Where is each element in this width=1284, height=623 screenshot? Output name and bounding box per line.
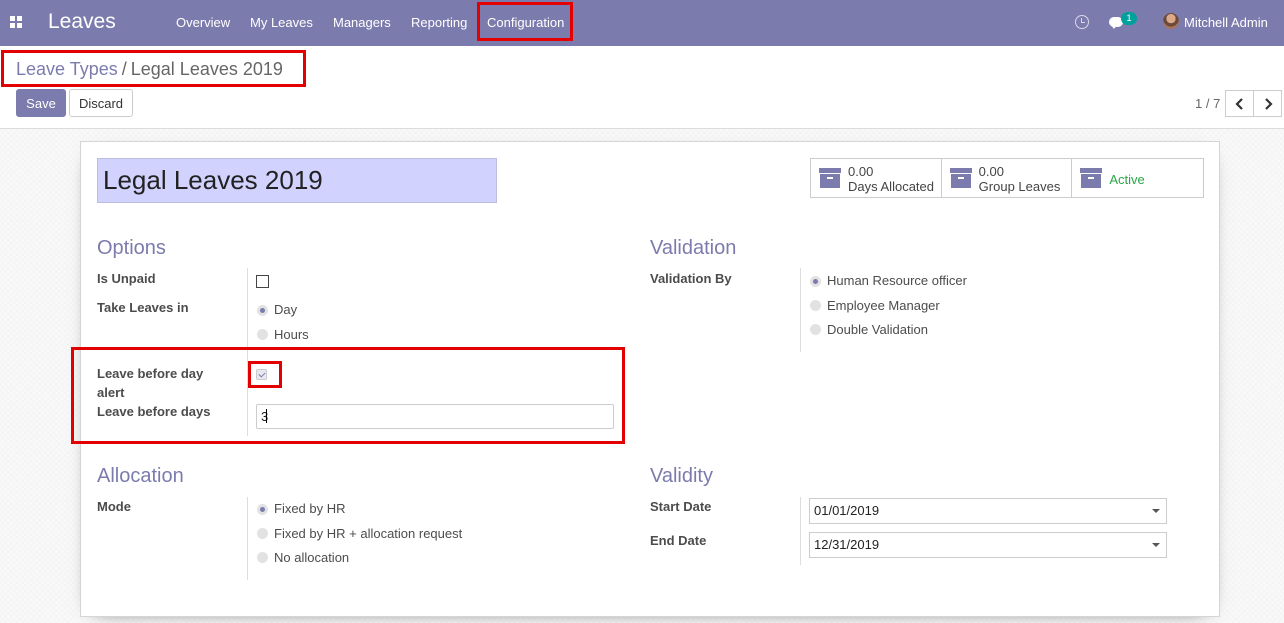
- validity-section-title: Validity: [650, 465, 713, 487]
- take-leaves-day-radio[interactable]: [257, 305, 268, 316]
- leave-alert-label-continued: alert: [97, 385, 125, 400]
- control-panel: Leave Types / Legal Leaves 2019 Save Disca…: [0, 46, 1284, 129]
- allocation-fixed-hr-request-label[interactable]: Fixed by HR + allocation request: [274, 526, 462, 541]
- top-navbar: Leaves Overview My Leaves Managers Repor…: [0, 0, 1284, 46]
- allocation-fixed-hr-label[interactable]: Fixed by HR: [274, 501, 346, 516]
- archive-icon: [949, 168, 972, 188]
- allocation-section-title: Allocation: [97, 465, 184, 487]
- leave-alert-label: Leave before day: [97, 366, 204, 381]
- menu-my-leaves[interactable]: My Leaves: [250, 15, 313, 30]
- options-section-title: Options: [97, 237, 166, 259]
- apps-menu-icon[interactable]: [10, 16, 23, 29]
- leave-days-label: Leave before days: [97, 404, 211, 419]
- take-leaves-hours-radio[interactable]: [257, 329, 268, 340]
- end-date-label: End Date: [650, 533, 707, 548]
- active-label: Active: [1109, 172, 1145, 187]
- archive-icon: [819, 168, 841, 188]
- validation-section-title: Validation: [650, 237, 737, 259]
- pager-next-button[interactable]: [1253, 90, 1282, 117]
- start-date-select[interactable]: 01/01/2019: [809, 498, 1167, 524]
- validation-hr-officer-radio[interactable]: [810, 276, 821, 287]
- save-button[interactable]: Save: [16, 89, 66, 117]
- menu-reporting[interactable]: Reporting: [411, 15, 467, 30]
- menu-overview[interactable]: Overview: [176, 15, 230, 30]
- validation-employee-manager-label[interactable]: Employee Manager: [827, 298, 940, 313]
- leave-days-input[interactable]: 3: [256, 404, 614, 429]
- leave-type-name-input[interactable]: Legal Leaves 2019: [97, 158, 497, 203]
- group-leaves-label: Group Leaves: [978, 179, 1061, 194]
- user-name[interactable]: Mitchell Admin: [1184, 15, 1268, 30]
- chevron-left-icon: [1235, 98, 1243, 110]
- leave-alert-highlight-box: [71, 347, 625, 444]
- breadcrumb-current: Legal Leaves 2019: [130, 59, 283, 79]
- configuration-highlight-box: [477, 2, 573, 41]
- leave-alert-checkbox[interactable]: [256, 369, 267, 380]
- allocation-mode-label: Mode: [97, 499, 131, 514]
- app-title: Leaves: [48, 10, 116, 33]
- active-toggle-button[interactable]: Active: [1072, 159, 1203, 197]
- chat-badge: 1: [1121, 12, 1137, 25]
- pager-previous-button[interactable]: [1225, 90, 1254, 117]
- start-date-value: 01/01/2019: [814, 503, 880, 518]
- is-unpaid-label: Is Unpaid: [97, 271, 156, 286]
- group-leaves-button[interactable]: 0.00 Group Leaves: [942, 159, 1073, 197]
- days-allocated-label: Days Allocated: [848, 179, 934, 194]
- validation-by-label: Validation By: [650, 271, 732, 286]
- validity-divider: [800, 497, 801, 565]
- chevron-right-icon: [1265, 98, 1273, 110]
- is-unpaid-checkbox[interactable]: [256, 275, 269, 288]
- take-leaves-day-label[interactable]: Day: [274, 302, 297, 317]
- menu-managers[interactable]: Managers: [333, 15, 391, 30]
- take-leaves-label: Take Leaves in: [97, 300, 189, 315]
- take-leaves-hours-label[interactable]: Hours: [274, 327, 309, 342]
- days-allocated-value: 0.00: [848, 164, 874, 179]
- allocation-none-label[interactable]: No allocation: [274, 550, 349, 565]
- allocation-divider: [247, 497, 248, 580]
- pager-value[interactable]: 1 / 7: [1195, 96, 1220, 111]
- end-date-value: 12/31/2019: [814, 537, 880, 552]
- allocation-none-radio[interactable]: [257, 552, 268, 563]
- validation-divider: [800, 268, 801, 352]
- activity-clock-icon[interactable]: [1075, 15, 1089, 29]
- days-allocated-button[interactable]: 0.00 Days Allocated: [811, 159, 942, 197]
- end-date-select[interactable]: 12/31/2019: [809, 532, 1167, 558]
- allocation-fixed-hr-radio[interactable]: [257, 504, 268, 515]
- start-date-label: Start Date: [650, 499, 712, 514]
- breadcrumb-parent-link[interactable]: Leave Types: [16, 59, 118, 79]
- validation-double-radio[interactable]: [810, 324, 821, 335]
- validation-hr-officer-label[interactable]: Human Resource officer: [827, 273, 967, 288]
- group-leaves-value: 0.00: [978, 164, 1004, 179]
- breadcrumb: Leave Types / Legal Leaves 2019: [16, 59, 283, 80]
- validation-employee-manager-radio[interactable]: [810, 300, 821, 311]
- text-cursor: [266, 409, 267, 423]
- discard-button[interactable]: Discard: [69, 89, 133, 117]
- validation-double-label[interactable]: Double Validation: [827, 322, 928, 337]
- allocation-fixed-hr-request-radio[interactable]: [257, 528, 268, 539]
- breadcrumb-separator: /: [121, 59, 127, 79]
- smart-buttons: 0.00 Days Allocated 0.00 Group Leaves Ac…: [810, 158, 1204, 198]
- leave-days-value: 3: [261, 409, 269, 424]
- archive-icon: [1080, 168, 1103, 188]
- avatar[interactable]: [1163, 13, 1179, 29]
